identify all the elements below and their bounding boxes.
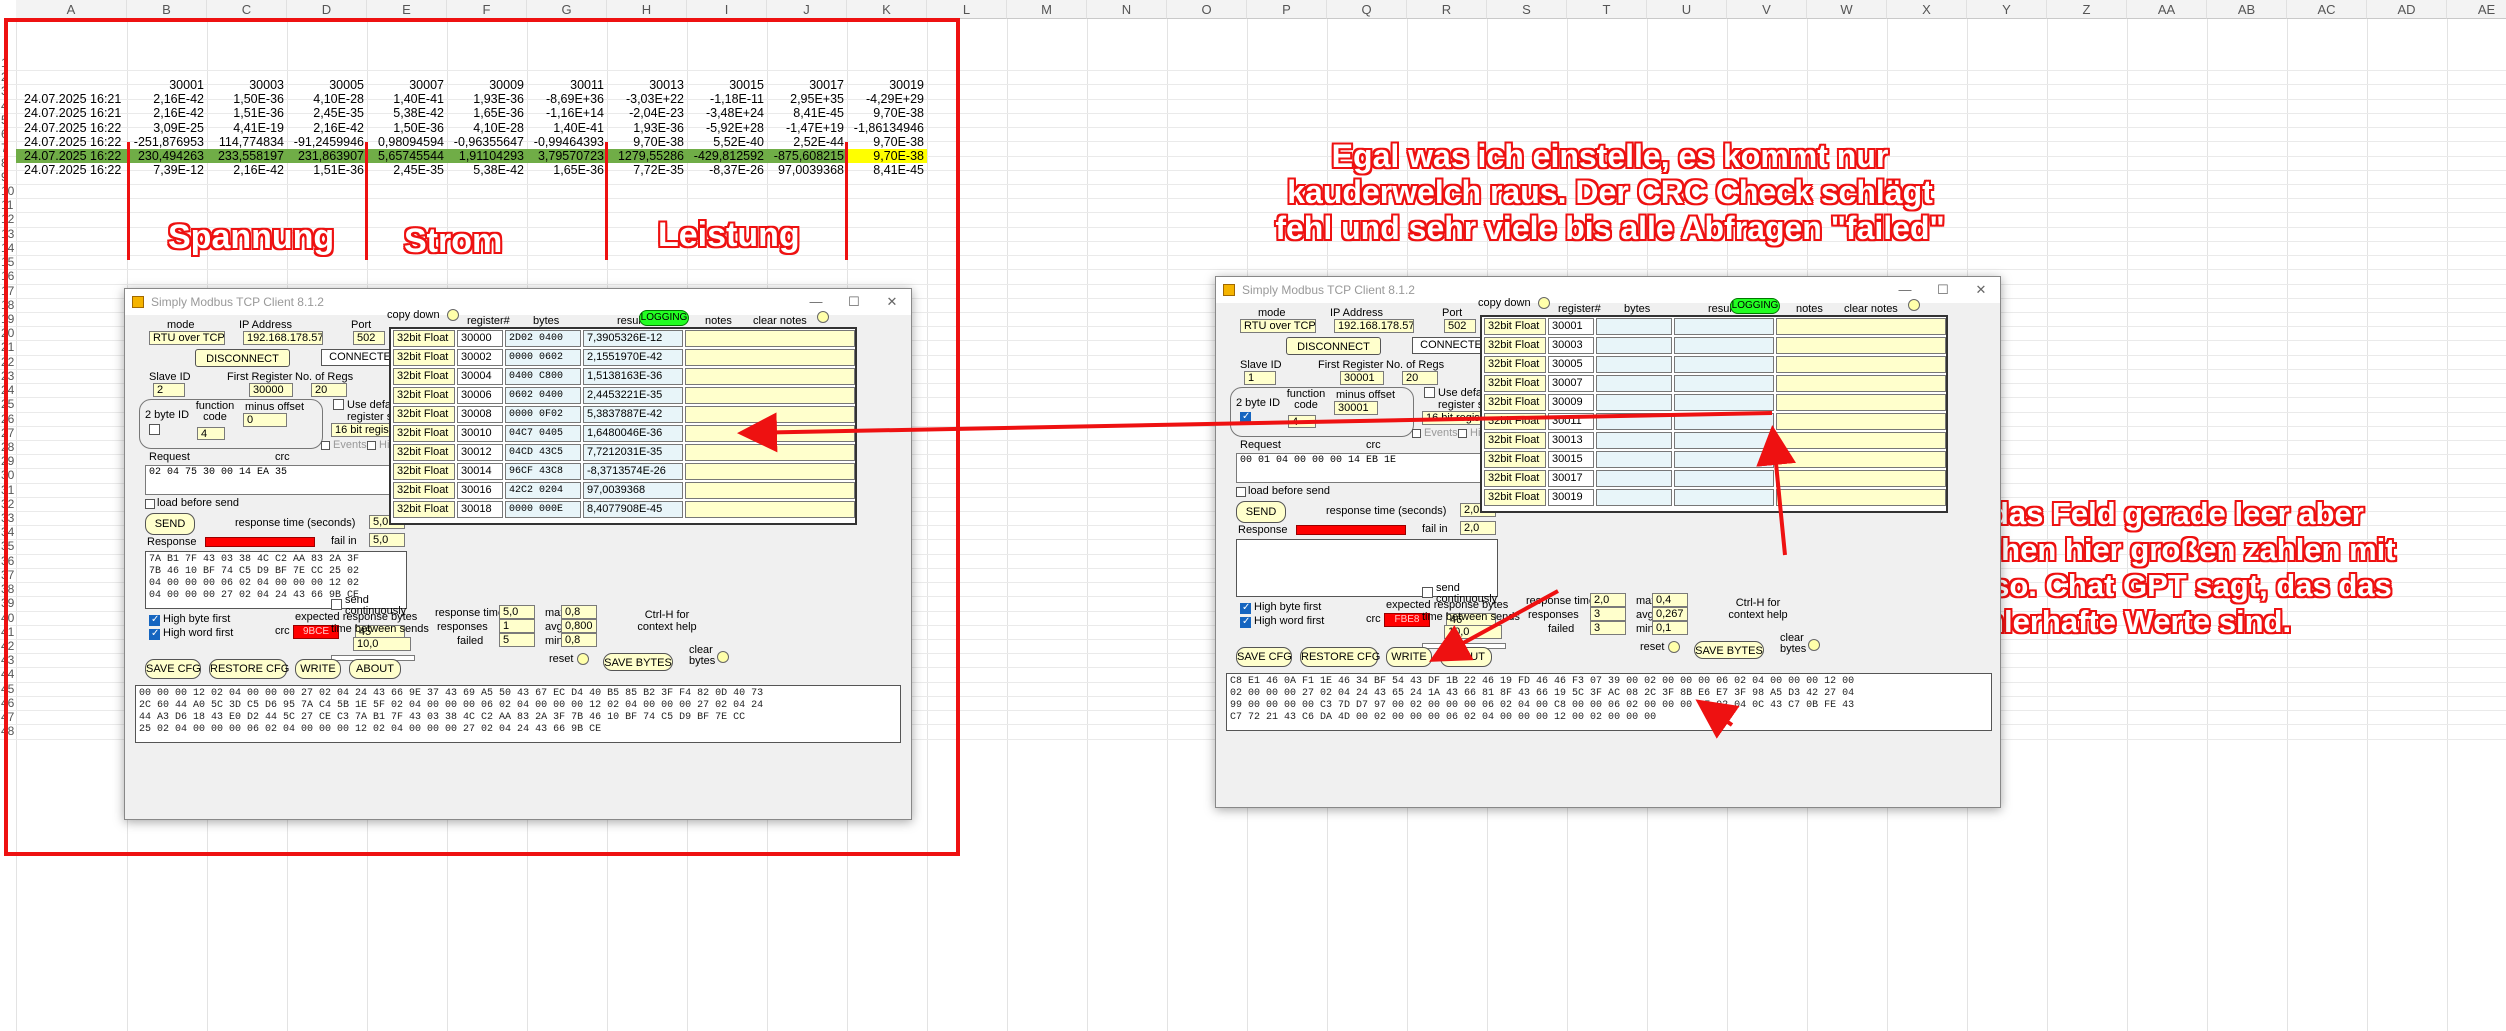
arrow-to-result [737,411,1773,453]
arrow-to-failed [1695,699,1740,739]
arrow-to-empty-field [1756,425,1797,556]
annotation-arrows [737,411,1797,739]
arrow-to-crc [1428,589,1559,662]
